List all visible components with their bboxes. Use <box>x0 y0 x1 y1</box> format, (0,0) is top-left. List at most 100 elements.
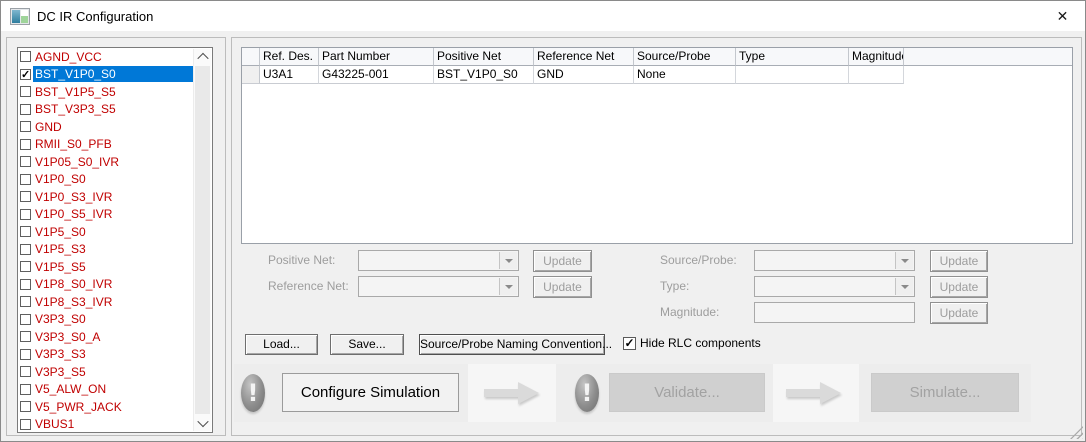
grid-corner-cell[interactable] <box>242 48 260 66</box>
naming-convention-button[interactable]: Source/Probe Naming Convention... <box>419 334 612 355</box>
grid-header-cell[interactable]: Source/Probe <box>634 48 736 66</box>
net-list[interactable]: AGND_VCC ✓ BST_V1P0_S0 BST_V1P5_S5 BST_V3P3_… <box>17 47 213 433</box>
chevron-down-icon[interactable] <box>499 252 517 269</box>
checkbox-check-icon[interactable]: ✓ <box>623 336 636 350</box>
magnitude-update-button[interactable]: Update <box>930 302 988 324</box>
positive-net-update-button[interactable]: Update <box>533 250 592 272</box>
close-icon[interactable]: ✕ <box>1040 1 1085 31</box>
net-list-item[interactable]: V1P8_S0_IVR <box>18 276 195 294</box>
net-checkbox-unchecked[interactable] <box>20 208 31 220</box>
net-label: VBUS1 <box>35 417 75 432</box>
net-label: V3P3_S0 <box>35 312 86 327</box>
net-checkbox-unchecked[interactable] <box>20 313 31 325</box>
grid-row-header[interactable] <box>242 66 260 84</box>
component-grid: Ref. Des. Part Number Positive Net Referenc… <box>241 47 1073 244</box>
net-list-item[interactable]: V3P3_S5 <box>18 363 195 381</box>
chevron-down-icon[interactable] <box>895 278 913 295</box>
grid-cell[interactable]: BST_V1P0_S0 <box>434 66 534 84</box>
net-checkbox-unchecked[interactable] <box>20 366 31 378</box>
type-label: Type: <box>660 279 690 293</box>
grid-cell[interactable]: GND <box>534 66 634 84</box>
reference-net-combo[interactable] <box>358 276 519 297</box>
scroll-up-icon[interactable] <box>194 49 211 65</box>
grid-cell[interactable]: U3A1 <box>260 66 319 84</box>
type-combo[interactable] <box>754 276 915 297</box>
save-button[interactable]: Save... <box>330 334 404 355</box>
net-checkbox-unchecked[interactable] <box>20 226 31 238</box>
load-button[interactable]: Load... <box>245 334 318 355</box>
net-checkbox-unchecked[interactable] <box>20 418 31 430</box>
hide-rlc-checkbox[interactable]: ✓ Hide RLC components <box>623 336 761 350</box>
net-list-item[interactable]: V5_PWR_JACK <box>18 398 195 416</box>
net-label: AGND_VCC <box>35 49 102 64</box>
magnitude-input[interactable] <box>754 302 915 323</box>
grid-header-cell[interactable]: Positive Net <box>434 48 534 66</box>
net-list-item[interactable]: V3P3_S0 <box>18 311 195 329</box>
net-checkbox-unchecked[interactable] <box>20 331 31 343</box>
net-list-item[interactable]: V1P8_S3_IVR <box>18 293 195 311</box>
source-probe-combo[interactable] <box>754 250 915 271</box>
net-list-item[interactable]: GND <box>18 118 195 136</box>
configure-simulation-button[interactable]: Configure Simulation <box>282 373 459 412</box>
net-checkbox-unchecked[interactable] <box>20 261 31 273</box>
right-arrow-icon <box>786 381 842 405</box>
net-list-item[interactable]: V1P5_S5 <box>18 258 195 276</box>
chevron-down-icon[interactable] <box>499 278 517 295</box>
simulate-button[interactable]: Simulate... <box>871 373 1019 412</box>
net-checkbox-unchecked[interactable] <box>20 173 31 185</box>
reference-net-update-button[interactable]: Update <box>533 276 592 298</box>
net-list-scrollbar[interactable] <box>193 49 211 431</box>
grid-header-cell[interactable]: Magnitude <box>849 48 904 66</box>
net-checkbox-unchecked[interactable] <box>20 51 31 63</box>
net-list-item[interactable]: BST_V3P3_S5 <box>18 101 195 119</box>
net-list-item[interactable]: VBUS1 <box>18 416 195 433</box>
net-checkbox-unchecked[interactable] <box>20 156 31 168</box>
net-label: BST_V1P5_S5 <box>35 84 116 99</box>
net-checkbox-unchecked[interactable] <box>20 103 31 115</box>
source-probe-update-button[interactable]: Update <box>930 250 988 272</box>
net-checkbox-unchecked[interactable] <box>20 86 31 98</box>
net-list-item[interactable]: V3P3_S0_A <box>18 328 195 346</box>
validate-button[interactable]: Validate... <box>609 373 765 412</box>
net-checkbox-unchecked[interactable] <box>20 191 31 203</box>
grid-header-cell[interactable]: Ref. Des. <box>260 48 319 66</box>
net-list-item[interactable]: BST_V1P5_S5 <box>18 83 195 101</box>
grid-cell[interactable] <box>736 66 849 84</box>
net-list-item[interactable]: V1P0_S3_IVR <box>18 188 195 206</box>
type-update-button[interactable]: Update <box>930 276 988 298</box>
net-checkbox-unchecked[interactable] <box>20 401 31 413</box>
net-checkbox-unchecked[interactable] <box>20 121 31 133</box>
net-list-item[interactable]: V3P3_S3 <box>18 346 195 364</box>
grid-header-cell[interactable]: Reference Net <box>534 48 634 66</box>
grid-cell[interactable]: G43225-001 <box>319 66 434 84</box>
scrollbar-thumb[interactable] <box>195 66 210 414</box>
net-list-item[interactable]: AGND_VCC <box>18 48 195 66</box>
grid-row[interactable]: U3A1 G43225-001 BST_V1P0_S0 GND None <box>242 66 1072 84</box>
net-checkbox-unchecked[interactable] <box>20 296 31 308</box>
positive-net-label: Positive Net: <box>268 253 336 267</box>
chevron-down-icon[interactable] <box>895 252 913 269</box>
net-checkbox-unchecked[interactable] <box>20 278 31 290</box>
net-checkbox-unchecked[interactable] <box>20 138 31 150</box>
net-list-item[interactable]: V1P0_S5_IVR <box>18 206 195 224</box>
net-list-item[interactable]: V1P5_S0 <box>18 223 195 241</box>
grid-header-cell[interactable]: Type <box>736 48 849 66</box>
grid-cell[interactable]: None <box>634 66 736 84</box>
net-list-item[interactable]: V5_ALW_ON <box>18 381 195 399</box>
grid-cell[interactable] <box>849 66 904 84</box>
net-checkbox-unchecked[interactable] <box>20 383 31 395</box>
net-list-item[interactable]: RMII_S0_PFB <box>18 136 195 154</box>
positive-net-combo[interactable] <box>358 250 519 271</box>
net-label: RMII_S0_PFB <box>35 137 112 152</box>
magnitude-label: Magnitude: <box>660 305 720 319</box>
net-list-item[interactable]: ✓ BST_V1P0_S0 <box>18 66 195 84</box>
grid-header-cell[interactable]: Part Number <box>319 48 434 66</box>
net-checkbox-unchecked[interactable] <box>20 243 31 255</box>
scroll-down-icon[interactable] <box>194 415 211 431</box>
net-list-item[interactable]: V1P5_S3 <box>18 241 195 259</box>
net-list-item[interactable]: V1P05_S0_IVR <box>18 153 195 171</box>
net-list-item[interactable]: V1P0_S0 <box>18 171 195 189</box>
net-checkbox-checked[interactable]: ✓ <box>20 68 31 80</box>
net-checkbox-unchecked[interactable] <box>20 348 31 360</box>
grid-cell-filler <box>904 66 1072 84</box>
